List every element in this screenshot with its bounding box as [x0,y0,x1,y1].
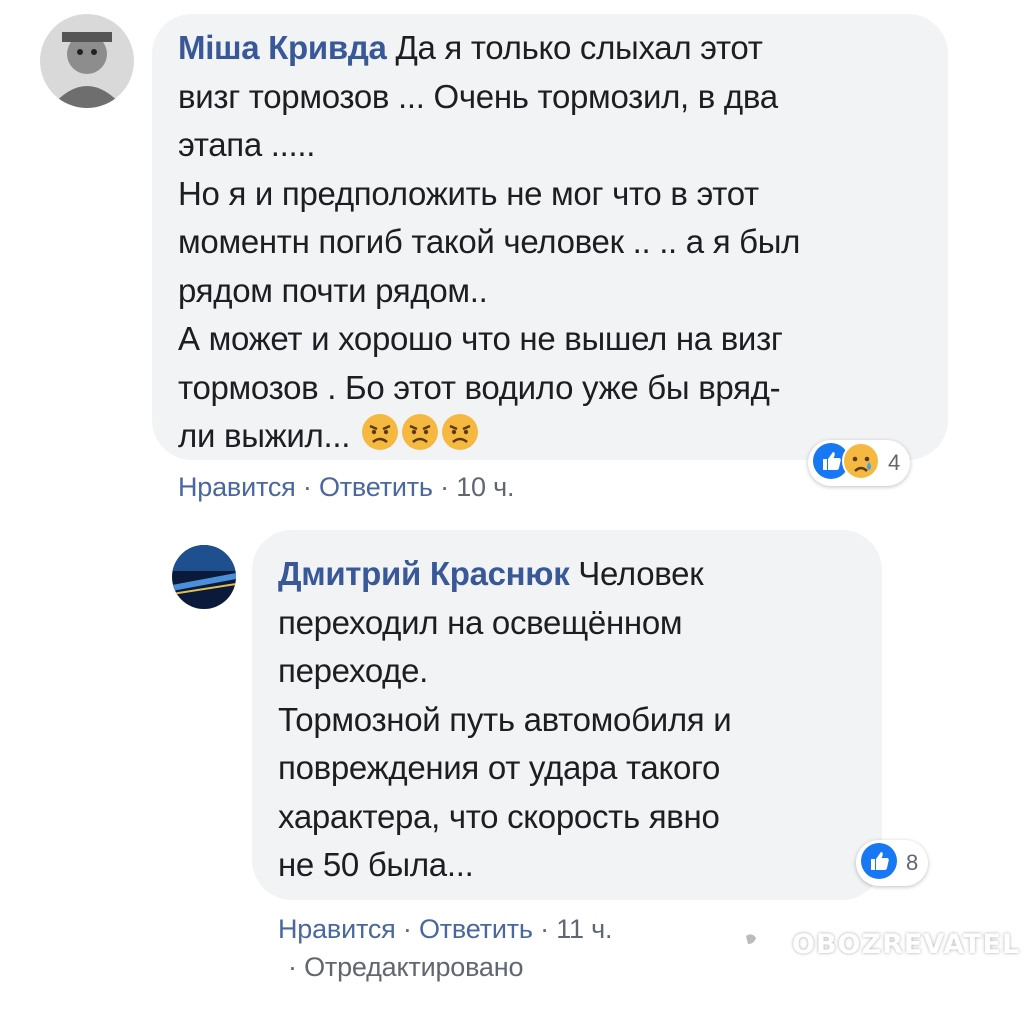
reaction-count: 8 [906,850,919,875]
obozrevatel-watermark: OBOZREVATEL [722,912,1020,977]
comment-time[interactable]: 11 ч. [556,914,612,944]
edited-label[interactable]: · Отредактировано [288,952,523,983]
comment-author[interactable]: Міша Кривда [178,29,387,66]
watermark-text: OBOZREVATEL [792,929,1021,960]
angry-face-icon [401,413,439,465]
like-link[interactable]: Нравится [278,914,396,944]
angry-face-icon [361,413,399,465]
reactions-summary[interactable]: 8 [856,840,929,886]
crying-face-icon [842,441,880,485]
comment-author[interactable]: Дмитрий Краснюк [278,555,570,592]
comment-bubble: Міша Кривда Да я только слыхал этот визг… [152,14,948,460]
like-link[interactable]: Нравится [178,472,296,502]
comment-text: Дмитрий Краснюк Человек переходил на осв… [278,555,732,883]
comment-text: Міша Кривда Да я только слыхал этот визг… [178,24,948,464]
reaction-count: 4 [888,450,901,475]
like-icon [860,842,898,885]
reply-link[interactable]: Ответить [419,914,533,944]
comment-bubble: Дмитрий Краснюк Человек переходил на осв… [252,530,882,900]
reactions-summary[interactable]: 4 [808,440,911,486]
avatar-dmitriy[interactable] [172,545,236,609]
watermark-logo-icon [722,912,782,977]
angry-face-icon [441,413,479,465]
reply-link[interactable]: Ответить [319,472,433,502]
avatar-misha[interactable] [40,14,134,108]
comment-actions: Нравится · Ответить · 11 ч. [278,914,613,944]
comment-time[interactable]: 10 ч. [456,472,514,502]
comment-actions: Нравится · Ответить · 10 ч. [178,472,515,502]
